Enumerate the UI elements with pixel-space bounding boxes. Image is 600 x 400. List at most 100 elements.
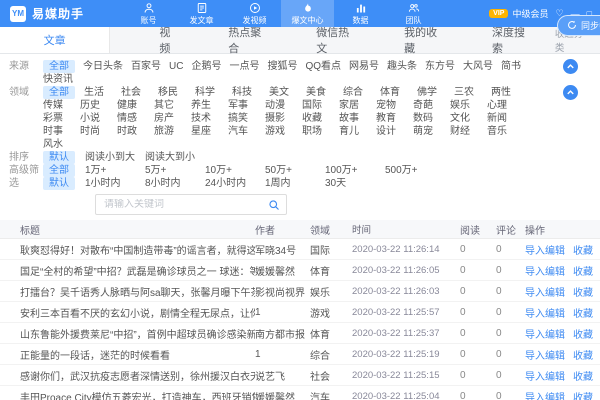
filter-option[interactable]: 教育: [376, 112, 413, 125]
sync-center-button[interactable]: 同步中心: [557, 15, 600, 36]
filter-option[interactable]: 旅游: [154, 125, 191, 138]
filter-option[interactable]: QQ看点: [305, 60, 341, 73]
favorite-link[interactable]: 收藏: [573, 389, 593, 400]
filter-option[interactable]: 阅读小到大: [85, 151, 137, 164]
filter-option[interactable]: 默认: [43, 177, 75, 190]
tab-4[interactable]: 微信热文: [291, 27, 379, 53]
tab-5[interactable]: 我的收藏: [379, 27, 467, 53]
filter-option[interactable]: 时尚: [80, 125, 117, 138]
filter-option[interactable]: 三农: [454, 86, 491, 99]
filter-option[interactable]: 奇葩: [413, 99, 450, 112]
filter-option[interactable]: 美文: [269, 86, 306, 99]
favorite-link[interactable]: 收藏: [573, 284, 593, 299]
article-title[interactable]: 国足“全村的希望”中招？武磊是确诊球员之一 球迷：等待辟谣: [0, 263, 255, 278]
filter-option[interactable]: 风水: [43, 138, 80, 151]
filter-option[interactable]: 美食: [306, 86, 343, 99]
import-edit-link[interactable]: 导入编辑: [525, 368, 565, 383]
nav-item-5[interactable]: 数据: [334, 0, 387, 27]
filter-option[interactable]: 汽车: [228, 125, 265, 138]
import-edit-link[interactable]: 导入编辑: [525, 347, 565, 362]
filter-option[interactable]: 30天: [325, 177, 377, 190]
import-edit-link[interactable]: 导入编辑: [525, 389, 565, 400]
filter-option[interactable]: 社会: [121, 86, 158, 99]
collapse-category-button[interactable]: [563, 85, 578, 100]
filter-option[interactable]: 默认: [43, 151, 75, 164]
filter-option[interactable]: 情感: [117, 112, 154, 125]
filter-option[interactable]: 数码: [413, 112, 450, 125]
article-title[interactable]: 感谢你们，武汉抗疫志愿者深情送别，徐州援汉白衣天使: [0, 368, 255, 383]
filter-option[interactable]: 两性: [491, 86, 528, 99]
filter-option[interactable]: 阅读大到小: [145, 151, 197, 164]
article-title[interactable]: 山东鲁能外援费莱尼“中招”，首例中超球员确诊感染新冠: [0, 326, 255, 341]
filter-option[interactable]: 传媒: [43, 99, 80, 112]
filter-option[interactable]: 游戏: [265, 125, 302, 138]
filter-option[interactable]: 科技: [232, 86, 269, 99]
filter-option[interactable]: 移民: [158, 86, 195, 99]
filter-option[interactable]: 育儿: [339, 125, 376, 138]
filter-option[interactable]: 全部: [43, 86, 75, 99]
filter-option[interactable]: 5万+: [145, 164, 197, 177]
filter-option[interactable]: 设计: [376, 125, 413, 138]
filter-option[interactable]: 50万+: [265, 164, 317, 177]
filter-option[interactable]: 体育: [380, 86, 417, 99]
filter-option[interactable]: 摄影: [265, 112, 302, 125]
favorite-link[interactable]: 收藏: [573, 347, 593, 362]
filter-option[interactable]: 音乐: [487, 125, 524, 138]
filter-option[interactable]: 一点号: [229, 60, 259, 73]
filter-option[interactable]: 100万+: [325, 164, 377, 177]
filter-option[interactable]: 国际: [302, 99, 339, 112]
favorite-link[interactable]: 收藏: [573, 242, 593, 257]
filter-option[interactable]: 全部: [43, 60, 75, 73]
filter-option[interactable]: 1周内: [265, 177, 317, 190]
filter-option[interactable]: 小说: [80, 112, 117, 125]
tab-3[interactable]: 热点聚合: [203, 27, 291, 53]
import-edit-link[interactable]: 导入编辑: [525, 284, 565, 299]
filter-option[interactable]: 时事: [43, 125, 80, 138]
filter-option[interactable]: UC: [169, 60, 183, 73]
nav-item-4[interactable]: 爆文中心: [281, 0, 334, 27]
search-icon[interactable]: [262, 199, 286, 211]
filter-option[interactable]: 搞笑: [228, 112, 265, 125]
filter-option[interactable]: 1小时内: [85, 177, 137, 190]
filter-option[interactable]: 历史: [80, 99, 117, 112]
tab-2[interactable]: 视频: [134, 27, 203, 53]
filter-option[interactable]: 彩票: [43, 112, 80, 125]
filter-option[interactable]: 搜狐号: [267, 60, 297, 73]
filter-option[interactable]: 星座: [191, 125, 228, 138]
search-input[interactable]: [96, 199, 262, 210]
filter-option[interactable]: 1万+: [85, 164, 137, 177]
filter-option[interactable]: 养生: [191, 99, 228, 112]
filter-option[interactable]: 综合: [343, 86, 380, 99]
filter-option[interactable]: 佛学: [417, 86, 454, 99]
filter-option[interactable]: 百家号: [131, 60, 161, 73]
import-edit-link[interactable]: 导入编辑: [525, 263, 565, 278]
filter-option[interactable]: 娱乐: [450, 99, 487, 112]
filter-option[interactable]: 10万+: [205, 164, 257, 177]
filter-option[interactable]: 大风号: [463, 60, 493, 73]
filter-option[interactable]: 时政: [117, 125, 154, 138]
favorite-link[interactable]: 收藏: [573, 326, 593, 341]
import-edit-link[interactable]: 导入编辑: [525, 242, 565, 257]
filter-option[interactable]: 500万+: [385, 164, 437, 177]
nav-item-2[interactable]: 发文章: [175, 0, 228, 27]
filter-option[interactable]: 8小时内: [145, 177, 197, 190]
filter-option[interactable]: 收藏: [302, 112, 339, 125]
article-title[interactable]: 安利三本百看不厌的玄幻小说，剧情全程无尿点，让你越看越上瘾: [0, 305, 255, 320]
filter-option[interactable]: 职场: [302, 125, 339, 138]
filter-option[interactable]: 技术: [191, 112, 228, 125]
filter-option[interactable]: 房产: [154, 112, 191, 125]
filter-option[interactable]: 家居: [339, 99, 376, 112]
filter-option[interactable]: 今日头条: [83, 60, 123, 73]
filter-option[interactable]: 简书: [501, 60, 521, 73]
filter-option[interactable]: 新闻: [487, 112, 524, 125]
nav-item-3[interactable]: 发视频: [228, 0, 281, 27]
tab-6[interactable]: 深度搜索: [467, 27, 555, 53]
article-title[interactable]: 丰田Proace City模仿五菱宏光，打造神车，西班牙销售: [0, 389, 255, 400]
filter-option[interactable]: 萌宠: [413, 125, 450, 138]
filter-option[interactable]: 动漫: [265, 99, 302, 112]
filter-option[interactable]: 财经: [450, 125, 487, 138]
filter-option[interactable]: 故事: [339, 112, 376, 125]
filter-option[interactable]: 快资讯: [43, 73, 73, 86]
import-edit-link[interactable]: 导入编辑: [525, 305, 565, 320]
filter-option[interactable]: 文化: [450, 112, 487, 125]
